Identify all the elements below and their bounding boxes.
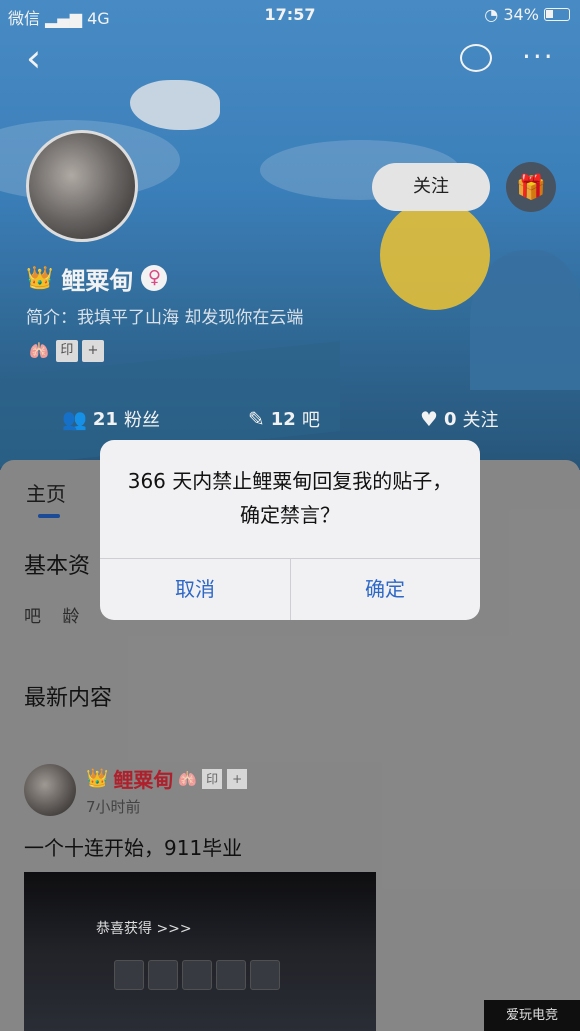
- mute-confirm-dialog: 366 天内禁止鲤粟甸回复我的贴子，确定禁言？ 取消 确定: [100, 440, 480, 620]
- cancel-button[interactable]: 取消: [100, 558, 290, 620]
- dialog-message: 366 天内禁止鲤粟甸回复我的贴子，确定禁言？: [127, 469, 453, 527]
- confirm-button[interactable]: 确定: [290, 558, 480, 620]
